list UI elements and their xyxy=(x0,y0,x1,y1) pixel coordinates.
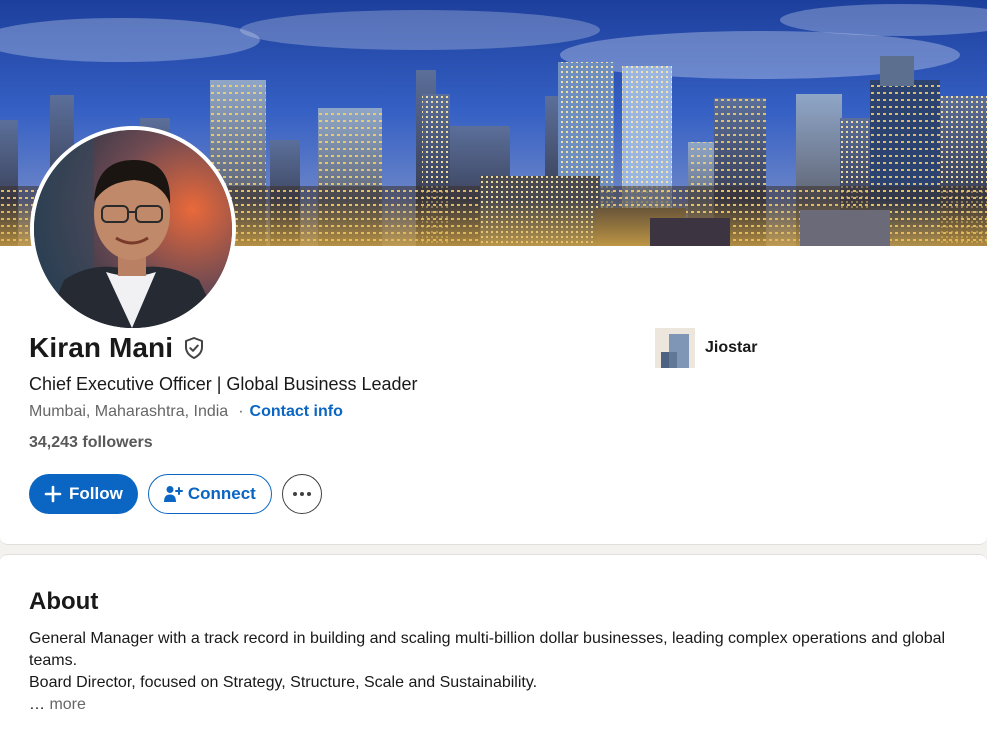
location-separator: · xyxy=(238,403,244,420)
profile-name: Kiran Mani xyxy=(29,332,174,363)
avatar-photo xyxy=(34,130,232,328)
profile-location: Mumbai, Maharashtra, India xyxy=(29,403,229,420)
name-row: Kiran Mani xyxy=(29,330,206,366)
about-more-row: … more xyxy=(29,694,959,716)
shield-check-icon[interactable] xyxy=(182,336,206,360)
about-ellipsis: … xyxy=(29,696,45,713)
add-person-icon xyxy=(163,486,183,502)
about-card: About General Manager with a track recor… xyxy=(0,554,987,737)
plus-icon xyxy=(44,485,62,503)
profile-avatar[interactable] xyxy=(30,126,236,332)
location-row: Mumbai, Maharashtra, India · Contact inf… xyxy=(29,403,343,421)
see-more-link[interactable]: more xyxy=(49,696,85,713)
company-name: Jiostar xyxy=(705,339,758,356)
ellipsis-icon xyxy=(292,492,311,496)
company-logo xyxy=(655,328,695,368)
about-title: About xyxy=(29,588,99,615)
connect-button[interactable]: Connect xyxy=(147,474,272,514)
current-company[interactable]: Jiostar xyxy=(655,328,757,368)
profile-actions: Follow Connect xyxy=(29,474,322,514)
connect-button-label: Connect xyxy=(187,484,256,503)
more-actions-button[interactable] xyxy=(281,474,322,514)
about-line: General Manager with a track record in b… xyxy=(29,630,946,669)
profile-top-card: Kiran Mani Chief Executive Officer | Glo… xyxy=(0,0,987,545)
about-line: Board Director, focused on Strategy, Str… xyxy=(29,674,538,691)
about-text: General Manager with a track record in b… xyxy=(29,628,959,716)
contact-info-link[interactable]: Contact info xyxy=(250,403,343,421)
followers-count[interactable]: 34,243 followers xyxy=(29,434,153,452)
follow-button[interactable]: Follow xyxy=(29,474,138,514)
follow-button-label: Follow xyxy=(69,484,123,503)
profile-headline: Chief Executive Officer | Global Busines… xyxy=(29,374,418,394)
